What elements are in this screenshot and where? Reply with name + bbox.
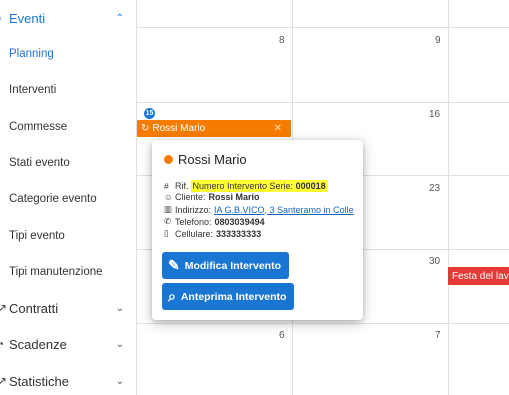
grid-line	[136, 27, 509, 28]
day-number[interactable]: 30	[429, 256, 440, 267]
day-number[interactable]: 23	[429, 183, 440, 194]
chevron-down-icon: ⌄	[115, 375, 124, 387]
sidebar: ▫ Eventi ⌃ Planning Interventi Commesse …	[0, 0, 136, 395]
popover-title: Rossi Mario	[164, 152, 247, 167]
popover-title-text: Rossi Mario	[178, 152, 247, 167]
sidebar-item-label: Commesse	[9, 121, 68, 133]
sidebar-item-label: Tipi evento	[9, 230, 65, 242]
sidebar-item-tipi-evento[interactable]: Tipi evento	[0, 224, 136, 248]
telefono-label: Telefono:	[175, 216, 212, 227]
telefono-row: ✆ Telefono: 0803039494	[164, 216, 265, 227]
rif-label: Rif.	[175, 181, 189, 191]
sidebar-item-tipi-manutenzione[interactable]: Tipi manutenzione	[0, 260, 136, 284]
clock-icon: ◔	[0, 337, 5, 351]
contract-icon: ↗	[0, 301, 8, 315]
sidebar-item-label: Statistiche	[9, 373, 69, 389]
phone-icon: ✆	[164, 216, 172, 226]
cellulare-row: ▯ Cellulare: 333333333	[164, 228, 261, 239]
cliente-row: ☺ Cliente: Rossi Mario	[164, 192, 260, 202]
modifica-intervento-button[interactable]: ✎ Modifica Intervento	[162, 252, 289, 279]
rif-value-prefix: Numero Intervento Serie:	[192, 181, 294, 191]
indirizzo-link[interactable]: IA G.B.VICO, 3 Santeramo in Colle	[214, 205, 354, 215]
status-dot	[164, 155, 173, 164]
calendar-icon: ▫	[0, 11, 1, 25]
indirizzo-label: Indirizzo:	[175, 204, 212, 215]
grid-line	[136, 0, 137, 395]
sidebar-item-categorie-evento[interactable]: Categorie evento	[0, 187, 136, 211]
sidebar-item-label: Contratti	[9, 300, 59, 316]
hash-icon: #	[164, 181, 169, 191]
sidebar-item-scadenze[interactable]: ◔ Scadenze ⌄	[0, 332, 136, 356]
grid-line	[136, 323, 509, 324]
day-number[interactable]: 6	[279, 330, 285, 341]
rif-value: Numero Intervento Serie: 000018	[190, 180, 328, 192]
sidebar-item-contratti[interactable]: ↗ Contratti ⌄	[0, 296, 136, 320]
day-number[interactable]: 8	[279, 35, 285, 46]
sidebar-item-label: Planning	[9, 48, 54, 60]
sidebar-item-label: Eventi	[9, 10, 46, 26]
button-label: Anteprima Intervento	[180, 290, 287, 303]
chevron-down-icon: ⌄	[115, 302, 124, 314]
telefono-value: 0803039494	[214, 216, 265, 227]
sidebar-item-interventi[interactable]: Interventi	[0, 78, 136, 102]
sidebar-item-label: Tipi manutenzione	[9, 266, 103, 278]
cellulare-label: Cellulare:	[175, 228, 214, 239]
sidebar-item-stati-evento[interactable]: Stati evento	[0, 151, 136, 175]
sidebar-item-label: Scadenze	[9, 336, 67, 352]
calendar-event[interactable]: ↻ Rossi Mario ✕	[137, 120, 291, 137]
pencil-icon: ✎	[168, 257, 180, 273]
cliente-value: Rossi Mario	[208, 192, 260, 202]
cellulare-value: 333333333	[216, 228, 262, 239]
close-icon[interactable]: ✕	[274, 123, 282, 134]
button-label: Modifica Intervento	[184, 259, 281, 272]
sidebar-item-eventi[interactable]: ▫ Eventi ⌃	[0, 6, 136, 30]
chart-icon: ↗	[0, 374, 8, 388]
sidebar-item-commesse[interactable]: Commesse	[0, 115, 136, 139]
cliente-label: Cliente:	[175, 192, 206, 202]
grid-line	[448, 0, 449, 395]
chevron-down-icon: ⌄	[115, 338, 124, 350]
sync-icon: ↻	[141, 123, 150, 134]
day-number[interactable]: 16	[429, 109, 440, 120]
sidebar-item-planning[interactable]: Planning	[0, 42, 136, 66]
sidebar-item-label: Categorie evento	[9, 193, 97, 205]
search-icon: ⌕	[168, 288, 176, 304]
building-icon: ▥	[164, 204, 173, 214]
day-number[interactable]: 7	[435, 330, 441, 341]
event-title: Rossi Mario	[152, 123, 206, 134]
sidebar-item-statistiche[interactable]: ↗ Statistiche ⌄	[0, 369, 136, 393]
sidebar-item-label: Stati evento	[9, 157, 70, 169]
chevron-up-icon: ⌃	[115, 12, 124, 24]
event-popover: Rossi Mario # Rif. Numero Intervento Ser…	[152, 140, 363, 320]
day-number[interactable]: 9	[435, 35, 441, 46]
user-icon: ☺	[164, 192, 173, 202]
mobile-icon: ▯	[164, 228, 169, 238]
rif-row: # Rif. Numero Intervento Serie: 000018	[164, 180, 328, 192]
sidebar-item-label: Interventi	[9, 84, 57, 96]
grid-line	[136, 102, 509, 103]
indirizzo-row: ▥ Indirizzo: IA G.B.VICO, 3 Santeramo in…	[164, 204, 354, 215]
event-count-badge[interactable]: 15	[144, 108, 155, 119]
holiday-event[interactable]: Festa del lavoro	[448, 267, 509, 285]
anteprima-intervento-button[interactable]: ⌕ Anteprima Intervento	[162, 283, 295, 310]
rif-number: 000018	[295, 181, 326, 191]
